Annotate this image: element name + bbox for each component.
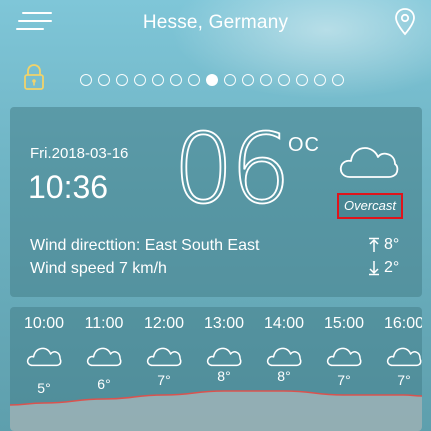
- high-temperature: 8°: [368, 236, 399, 254]
- cloud-icon: [206, 342, 242, 368]
- page-dot[interactable]: [80, 74, 92, 86]
- location-pin-icon[interactable]: [393, 7, 417, 37]
- hourly-temperature: 6°: [97, 376, 111, 392]
- hourly-temperature: 8°: [277, 368, 291, 384]
- cloud-icon: [266, 342, 302, 368]
- arrow-down-icon: [369, 261, 379, 276]
- current-weather-card: Fri.2018-03-16 10:36 06 OC Overcast Wind…: [10, 107, 422, 297]
- hourly-temperature: 7°: [157, 372, 171, 388]
- low-temperature-value: 2°: [384, 259, 400, 276]
- page-dot[interactable]: [98, 74, 110, 86]
- lock-icon[interactable]: [22, 62, 46, 92]
- page-dot[interactable]: [224, 74, 236, 86]
- cloud-icon: [86, 342, 122, 368]
- wind-direction: Wind directtion: East South East: [30, 237, 260, 254]
- hourly-item[interactable]: 12:00 7°: [134, 307, 194, 431]
- page-dot[interactable]: [278, 74, 290, 86]
- current-time: 10:36: [28, 169, 109, 205]
- page-dot[interactable]: [116, 74, 128, 86]
- hourly-time: 10:00: [23, 315, 65, 332]
- hourly-item[interactable]: 14:00 8°: [254, 307, 314, 431]
- hourly-item[interactable]: 10:00 5°: [14, 307, 74, 431]
- page-indicator: [80, 72, 352, 88]
- page-dot[interactable]: [260, 74, 272, 86]
- condition-label: Overcast: [337, 193, 403, 219]
- page-dot[interactable]: [134, 74, 146, 86]
- cloud-icon: [146, 342, 182, 368]
- hourly-time: 12:00: [143, 315, 185, 332]
- hourly-forecast[interactable]: 10:00 5° 11:00 6° 12:00 7° 13:00 8° 14:00 8° 15:00…: [10, 307, 422, 431]
- page-dot[interactable]: [188, 74, 200, 86]
- cloud-icon: [386, 342, 422, 368]
- hourly-time: 15:00: [323, 315, 365, 332]
- temperature-unit: OC: [288, 134, 320, 156]
- hourly-temperature: 5°: [37, 380, 51, 396]
- hourly-item[interactable]: 15:00 7°: [314, 307, 374, 431]
- page-dot[interactable]: [152, 74, 164, 86]
- current-date: Fri.2018-03-16: [30, 145, 129, 162]
- cloud-icon: [326, 342, 362, 368]
- hourly-time: 16:00: [383, 315, 422, 332]
- wind-speed: Wind speed 7 km/h: [30, 260, 167, 277]
- hourly-temperature: 7°: [397, 372, 411, 388]
- page-dot[interactable]: [242, 74, 254, 86]
- high-temperature-value: 8°: [384, 236, 400, 253]
- hourly-temperature: 8°: [217, 368, 231, 384]
- page-dot[interactable]: [332, 74, 344, 86]
- page-dot[interactable]: [296, 74, 308, 86]
- location-title: Hesse, Germany: [142, 12, 289, 33]
- hourly-temperature: 7°: [337, 372, 351, 388]
- hourly-time: 13:00: [203, 315, 245, 332]
- cloud-icon: [338, 140, 400, 180]
- page-dot[interactable]: [170, 74, 182, 86]
- current-temperature: 06: [172, 113, 292, 225]
- hourly-time: 14:00: [263, 315, 305, 332]
- arrow-up-icon: [369, 237, 379, 252]
- low-temperature: 2°: [368, 259, 399, 277]
- hourly-item[interactable]: 11:00 6°: [74, 307, 134, 431]
- hourly-time: 11:00: [84, 315, 124, 332]
- hourly-item[interactable]: 13:00 8°: [194, 307, 254, 431]
- hourly-item[interactable]: 16:00 7°: [374, 307, 422, 431]
- cloud-icon: [26, 342, 62, 368]
- page-dot[interactable]: [314, 74, 326, 86]
- page-dot[interactable]: [206, 74, 218, 86]
